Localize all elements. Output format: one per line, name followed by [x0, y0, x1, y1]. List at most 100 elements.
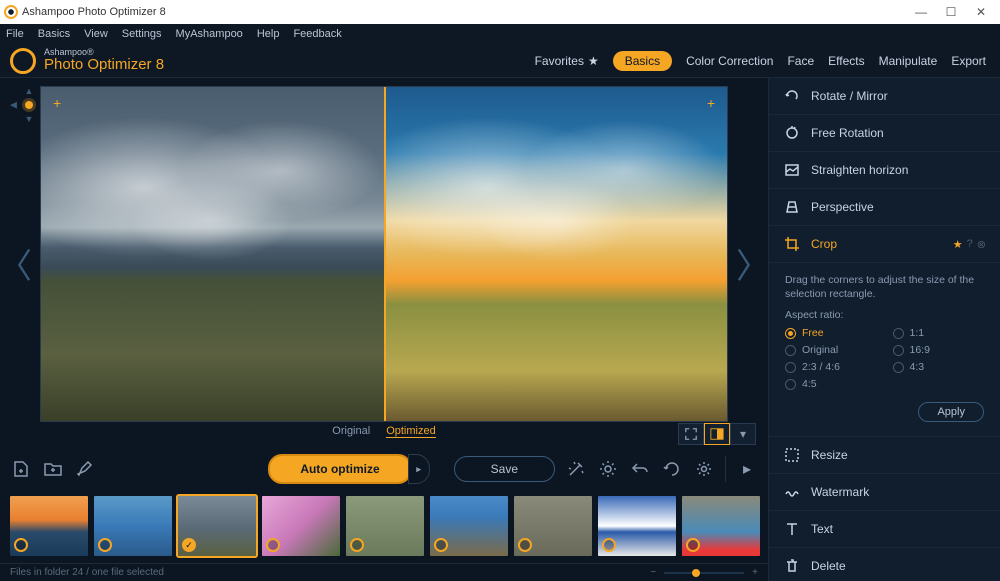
thumbnail-strip	[0, 489, 768, 563]
brush-button[interactable]	[74, 458, 96, 480]
menu-feedback[interactable]: Feedback	[293, 28, 341, 40]
nav-face[interactable]: Face	[787, 54, 814, 68]
crop-options: Drag the corners to adjust the size of t…	[769, 263, 1000, 437]
menubar: File Basics View Settings MyAshampoo Hel…	[0, 24, 1000, 44]
thumbnail[interactable]	[94, 496, 172, 556]
brand: Ashampoo®Photo Optimizer 8	[10, 48, 164, 74]
apply-button[interactable]: Apply	[918, 402, 984, 422]
viewer: ◀ ▶ ▲ ▼ 〈 + + Origina	[0, 78, 768, 581]
settings-gear-button[interactable]	[693, 458, 715, 480]
thumbnail[interactable]	[598, 496, 676, 556]
zoom-slider-status[interactable]	[664, 572, 744, 574]
thumbnail[interactable]	[262, 496, 340, 556]
original-half: +	[41, 87, 384, 421]
resize-icon	[783, 446, 801, 464]
panel-perspective[interactable]: Perspective	[769, 189, 1000, 226]
menu-file[interactable]: File	[6, 28, 24, 40]
nav-color-correction[interactable]: Color Correction	[686, 54, 773, 68]
menu-help[interactable]: Help	[257, 28, 280, 40]
undo-button[interactable]	[629, 458, 651, 480]
maximize-button[interactable]: ☐	[936, 2, 966, 22]
original-label[interactable]: Original	[332, 425, 370, 438]
nav-export[interactable]: Export	[951, 54, 986, 68]
add-file-button[interactable]	[10, 458, 32, 480]
panel-resize[interactable]: Resize	[769, 437, 1000, 474]
help-icon[interactable]: ?	[967, 238, 973, 251]
nav-manipulate[interactable]: Manipulate	[879, 54, 938, 68]
side-panel: Rotate / Mirror Free Rotation Straighten…	[768, 78, 1000, 581]
panel-free-rotation[interactable]: Free Rotation	[769, 115, 1000, 152]
optimized-label[interactable]: Optimized	[386, 425, 436, 438]
aspect-label: Aspect ratio:	[785, 309, 984, 321]
brand-title: Photo Optimizer 8	[44, 57, 164, 73]
thumbnail[interactable]	[10, 496, 88, 556]
ratio-4-5[interactable]: 4:5	[785, 378, 877, 390]
thumbnail[interactable]	[682, 496, 760, 556]
ratio-free[interactable]: Free	[785, 327, 877, 339]
zoom-out-icon[interactable]: −	[650, 567, 656, 578]
rotate-icon	[783, 87, 801, 105]
titlebar: Ashampoo Photo Optimizer 8 — ☐ ✕	[0, 0, 1000, 24]
app-logo-icon	[4, 5, 18, 19]
menu-view[interactable]: View	[84, 28, 108, 40]
free-rotate-icon	[783, 124, 801, 142]
menu-settings[interactable]: Settings	[122, 28, 162, 40]
panel-crop[interactable]: Crop★?⊗	[769, 226, 1000, 263]
ratio-1-1[interactable]: 1:1	[893, 327, 985, 339]
menu-basics[interactable]: Basics	[38, 28, 70, 40]
thumbnail[interactable]	[514, 496, 592, 556]
action-toolbar: Auto optimize Save ▸	[0, 449, 768, 489]
panel-straighten[interactable]: Straighten horizon	[769, 152, 1000, 189]
save-button[interactable]: Save	[454, 456, 555, 482]
expand-panel-button[interactable]: ▸	[736, 458, 758, 480]
header: Ashampoo®Photo Optimizer 8 Favorites★ Ba…	[0, 44, 1000, 78]
optimized-half: +	[384, 87, 727, 421]
statusbar: Files in folder 24 / one file selected −…	[0, 563, 768, 581]
thumbnail[interactable]	[346, 496, 424, 556]
favorite-star-icon[interactable]: ★	[953, 238, 963, 251]
status-text: Files in folder 24 / one file selected	[10, 567, 164, 578]
ratio-16-9[interactable]: 16:9	[893, 344, 985, 356]
nav-effects[interactable]: Effects	[828, 54, 864, 68]
minimize-button[interactable]: —	[906, 2, 936, 22]
add-folder-button[interactable]	[42, 458, 64, 480]
compare-view[interactable]: + +	[40, 86, 728, 422]
menu-myashampoo[interactable]: MyAshampoo	[176, 28, 243, 40]
view-dropdown-button[interactable]: ▾	[730, 423, 756, 445]
prev-image-button[interactable]: 〈	[0, 239, 30, 288]
ratio-original[interactable]: Original	[785, 344, 877, 356]
panel-delete[interactable]: Delete	[769, 548, 1000, 581]
nav-basics[interactable]: Basics	[613, 51, 672, 71]
crop-icon	[783, 235, 801, 253]
thumbnail-selected[interactable]	[178, 496, 256, 556]
magic-wand-button[interactable]	[565, 458, 587, 480]
ratio-4-3[interactable]: 4:3	[893, 361, 985, 373]
pan-left-icon[interactable]: ◀	[10, 100, 17, 111]
window-title: Ashampoo Photo Optimizer 8	[22, 6, 166, 18]
panel-text[interactable]: Text	[769, 511, 1000, 548]
auto-optimize-button[interactable]: Auto optimize	[268, 454, 411, 484]
main-nav: Favorites★ Basics Color Correction Face …	[535, 51, 986, 71]
brightness-button[interactable]	[597, 458, 619, 480]
crop-handle-icon[interactable]: +	[707, 95, 715, 111]
fullscreen-button[interactable]	[678, 423, 704, 445]
close-button[interactable]: ✕	[966, 2, 996, 22]
panel-watermark[interactable]: Watermark	[769, 474, 1000, 511]
perspective-icon	[783, 198, 801, 216]
reset-button[interactable]	[661, 458, 683, 480]
nav-favorites[interactable]: Favorites★	[535, 54, 599, 68]
next-image-button[interactable]: 〉	[738, 239, 768, 288]
pan-up-icon[interactable]: ▲	[25, 86, 34, 96]
zoom-in-icon[interactable]: +	[752, 567, 758, 578]
crop-handle-icon[interactable]: +	[53, 95, 61, 111]
thumbnail[interactable]	[430, 496, 508, 556]
ratio-2-3[interactable]: 2:3 / 4:6	[785, 361, 877, 373]
panel-rotate-mirror[interactable]: Rotate / Mirror	[769, 78, 1000, 115]
text-icon	[783, 520, 801, 538]
split-view-button[interactable]	[704, 423, 730, 445]
pan-down-icon[interactable]: ▼	[25, 114, 34, 124]
close-panel-icon[interactable]: ⊗	[977, 238, 986, 251]
split-divider[interactable]	[384, 87, 386, 421]
horizon-icon	[783, 161, 801, 179]
pan-center-icon[interactable]	[25, 101, 33, 109]
